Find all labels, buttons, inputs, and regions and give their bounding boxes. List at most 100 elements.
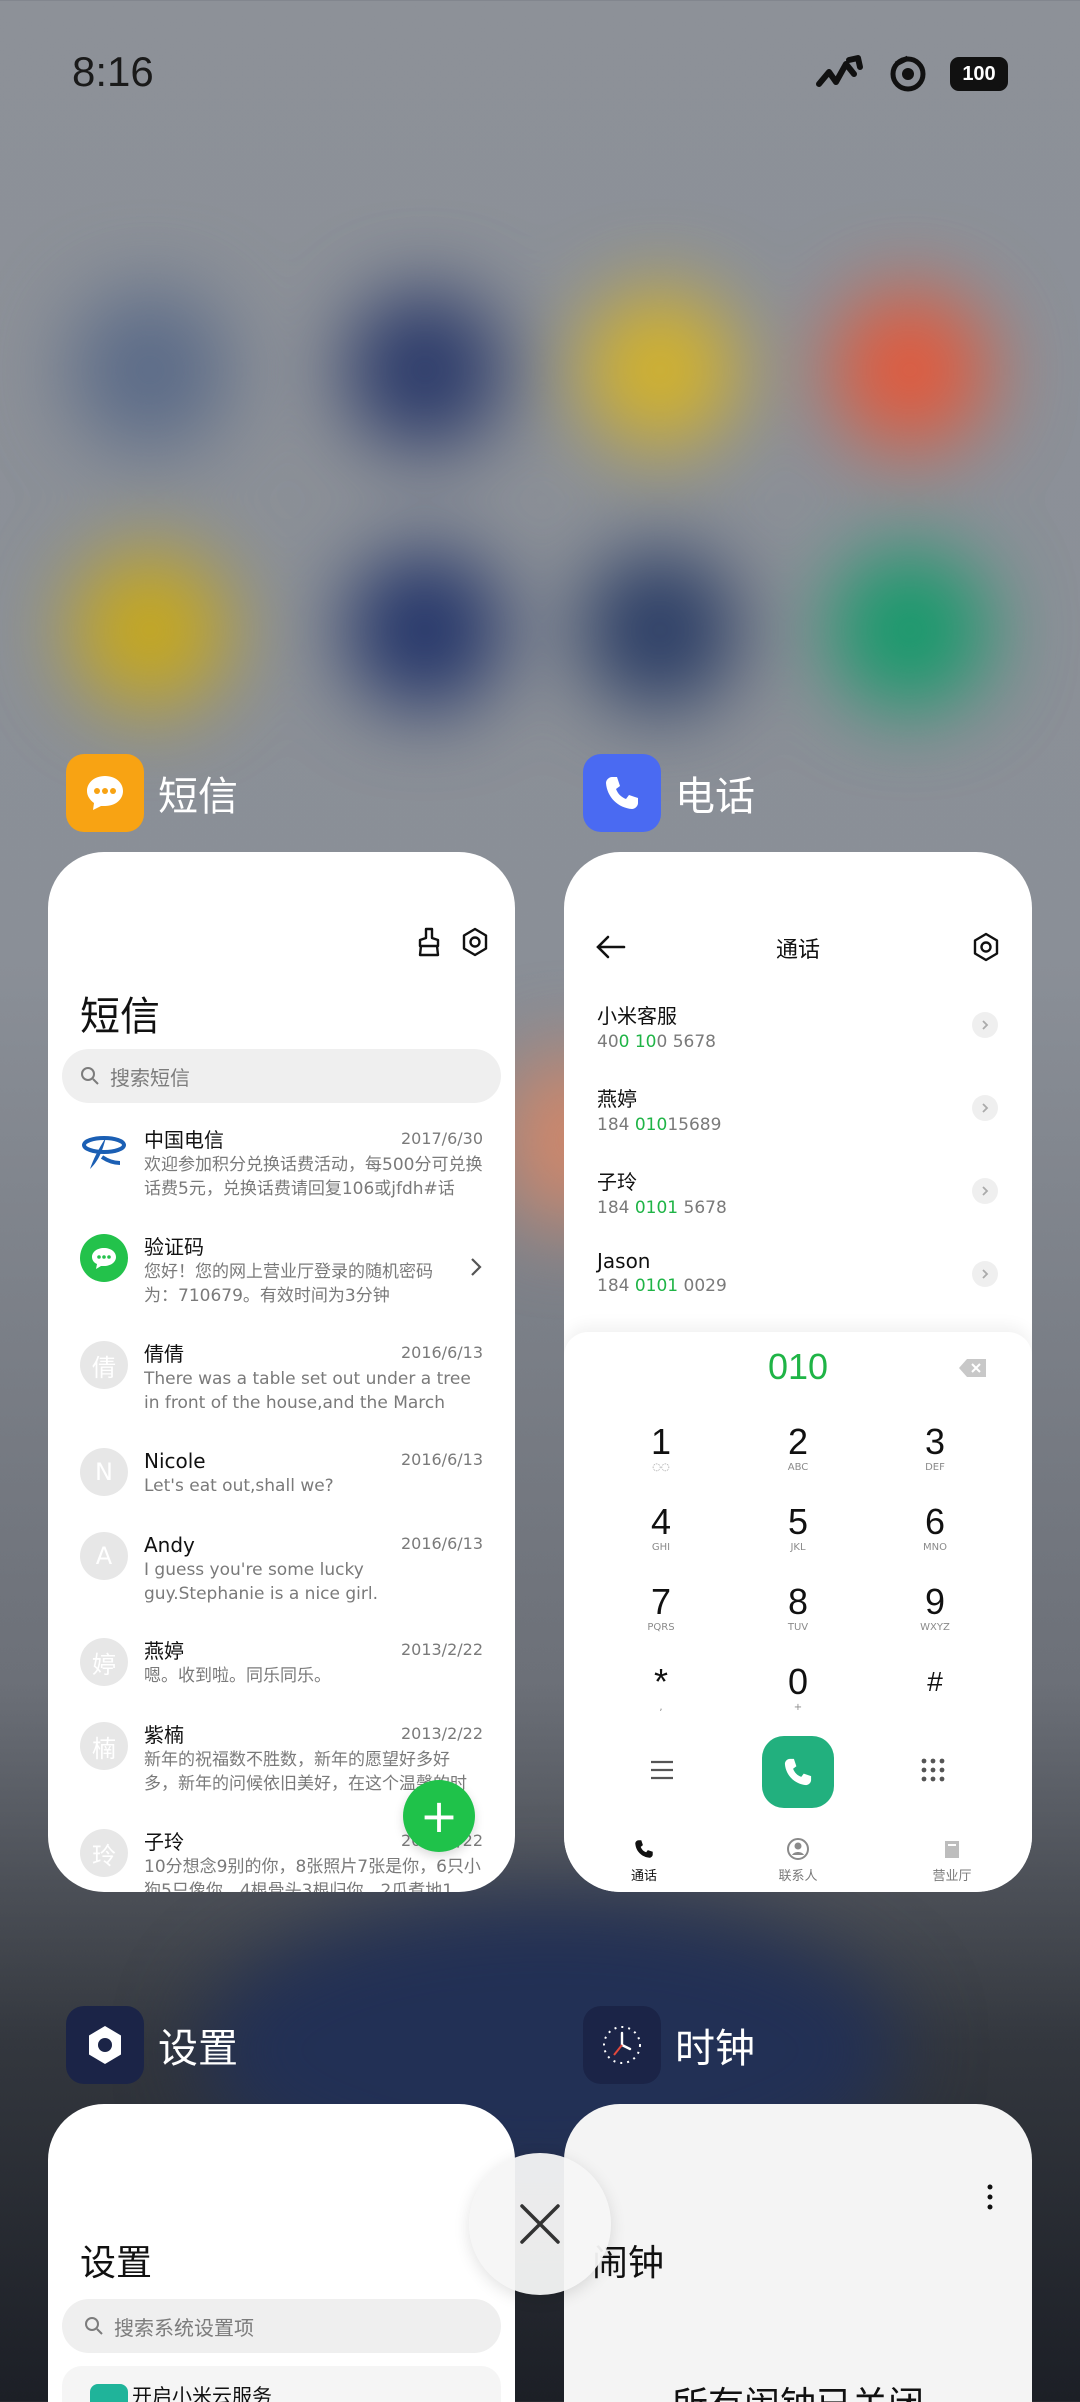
message-date: 2016/6/13 [400,1534,483,1553]
more-options-icon[interactable] [986,2184,994,2210]
settings-item-cloud[interactable]: 开启小米云服务 [62,2366,501,2402]
dial-key-1[interactable]: 1 ◌◌ [611,1422,711,1474]
phone-app-icon [583,754,661,832]
contact-suggestion[interactable]: Jason 184 0101 0029 [597,1249,998,1331]
dial-key-star[interactable]: *, [611,1662,711,1714]
settings-app-card[interactable]: 设置 搜索系统设置项 开启小米云服务 [48,2104,515,2402]
dial-key-3[interactable]: 3 DEF [885,1422,985,1474]
phone-app-card[interactable]: 通话 小米客服 400 100 5678 燕婷 184 01015689 子玲 … [564,852,1032,1892]
message-thread-item[interactable]: N Nicole 2016/6/13 Let's eat out,shall w… [48,1448,515,1532]
phone-page-title: 通话 [775,938,820,963]
dial-key-8[interactable]: 8 TUV [748,1582,848,1634]
chevron-right-icon[interactable] [972,1261,998,1287]
china-telecom-logo-icon [80,1127,128,1175]
message-preview: 欢迎参加积分兑换话费活动，每500分可兑换话费5元，兑换话费请回复106或jfd… [144,1155,483,1199]
sms-search-input[interactable]: 搜索短信 [62,1049,501,1103]
message-thread-item[interactable]: A Andy 2016/6/13 I guess you're some luc… [48,1532,515,1638]
settings-app-icon [66,2006,144,2084]
chat-bubble-icon [87,776,123,810]
dial-key-4[interactable]: 4 GHI [611,1502,711,1554]
settings-gear-icon[interactable] [970,931,1002,963]
cleanup-brush-icon[interactable] [413,926,445,958]
clock-app-card[interactable]: 闹钟 所有闹钟已关闭 [564,2104,1032,2402]
message-preview: 您好！您的网上营业厅登录的随机密码为：710679。有效时间为3分钟 [144,1262,433,1306]
tab-calls[interactable]: 通话 [594,1837,694,1884]
message-preview: I guess you're some lucky guy.Stephanie … [144,1560,379,1604]
contact-avatar: A [80,1532,128,1580]
sms-page-title: 短信 [80,994,160,1040]
phone-app-name: 电话 [675,774,755,820]
dial-key-0[interactable]: 0 + [748,1662,848,1714]
sms-app-name: 短信 [158,774,238,820]
app-header-sms[interactable]: 短信 [66,754,238,832]
settings-item-label: 开启小米云服务 [132,2384,272,2402]
contact-suggestion[interactable]: 小米客服 400 100 5678 [597,1000,998,1082]
hotspot-icon [890,55,926,92]
message-thread-item[interactable]: 婷 燕婷 2013/2/22 嗯。收到啦。同乐同乐。 [48,1638,515,1722]
app-header-clock[interactable]: 时钟 [583,2006,755,2084]
message-preview: There was a table set out under a tree i… [144,1369,471,1413]
dial-key-7[interactable]: 7 PQRS [611,1582,711,1634]
chevron-right-icon[interactable] [972,1178,998,1204]
backspace-icon[interactable] [958,1358,988,1378]
contact-avatar: 玲 [80,1829,128,1877]
tab-service-hall[interactable]: 营业厅 [902,1837,1002,1884]
contact-number: 184 01015689 [597,1115,722,1135]
phone-handset-icon [606,777,638,809]
dialpad: 010 1 ◌◌ 2 ABC 3 DEF 4 GHI 5 JKL 6 MNO 7 PQRS 8… [564,1332,1032,1892]
menu-lines-icon[interactable] [649,1759,675,1781]
chevron-right-icon[interactable] [972,1012,998,1038]
new-message-button[interactable]: + [403,1780,475,1852]
sms-toolbar [413,926,491,958]
cloud-service-icon [90,2384,128,2402]
alarm-status-text: 所有闹钟已关闭 [564,2376,1032,2402]
verification-code-icon [80,1234,128,1282]
gear-icon [89,2026,121,2064]
message-date: 2013/2/22 [400,1640,483,1659]
message-preview: Let's eat out,shall we? [144,1476,334,1496]
message-preview: 嗯。收到啦。同乐同乐。 [144,1666,331,1686]
contact-number: 184 0101 0029 [597,1276,727,1296]
network-activity-icon [816,55,863,87]
message-thread-item[interactable]: 验证码 您好！您的网上营业厅登录的随机密码为：710679。有效时间为3分钟 [48,1234,515,1341]
app-header-settings[interactable]: 设置 [66,2006,238,2084]
settings-gear-icon[interactable] [459,926,491,958]
phone-handset-icon [784,1758,812,1786]
search-icon [81,1067,99,1085]
status-time: 8:16 [72,48,154,95]
message-date: 2017/6/30 [400,1129,483,1148]
settings-page-title: 设置 [80,2243,153,2284]
sms-app-card[interactable]: 短信 搜索短信 中国电信 2017/6/30 欢迎参加积分兑换话费活动，每500… [48,852,515,1892]
settings-search-placeholder: 搜索系统设置项 [114,2315,254,2340]
contact-avatar: N [80,1448,128,1496]
clock-icon [603,2026,641,2064]
message-sender: 验证码 [144,1235,204,1259]
clock-app-name: 时钟 [675,2026,755,2072]
settings-app-name: 设置 [158,2026,238,2072]
dial-key-2[interactable]: 2 ABC [748,1422,848,1474]
dial-key-9[interactable]: 9 WXYZ [885,1582,985,1634]
clock-app-icon [583,2006,661,2084]
dial-key-hash[interactable]: # [885,1662,985,1702]
contact-suggestion[interactable]: 燕婷 184 01015689 [597,1083,998,1165]
settings-search-input[interactable]: 搜索系统设置项 [62,2299,501,2353]
contact-avatar: 婷 [80,1638,128,1686]
chevron-right-icon[interactable] [972,1095,998,1121]
dial-key-5[interactable]: 5 JKL [748,1502,848,1554]
dial-key-6[interactable]: 6 MNO [885,1502,985,1554]
message-thread-item[interactable]: 倩 倩倩 2016/6/13 There was a table set out… [48,1341,515,1448]
chevron-right-icon [471,1258,482,1276]
app-header-phone[interactable]: 电话 [583,754,755,832]
message-preview: 10分想念9别的你，8张照片7张是你，6只小狗5只像你，4根骨头3根归你，2瓜煮… [144,1857,481,1892]
keypad-grid-icon[interactable] [920,1757,946,1783]
message-thread-item[interactable]: 中国电信 2017/6/30 欢迎参加积分兑换话费活动，每500分可兑换话费5元… [48,1127,515,1234]
call-button[interactable] [762,1736,834,1808]
shopping-bag-icon [945,1841,959,1858]
contact-name: 燕婷 [597,1087,637,1111]
battery-indicator: 100 [950,57,1008,91]
message-date: 2016/6/13 [400,1450,483,1469]
close-all-apps-button[interactable] [469,2153,611,2295]
tab-contacts[interactable]: 联系人 [748,1837,848,1884]
contact-person-icon [787,1838,809,1860]
contact-suggestion[interactable]: 子玲 184 0101 5678 [597,1166,998,1248]
